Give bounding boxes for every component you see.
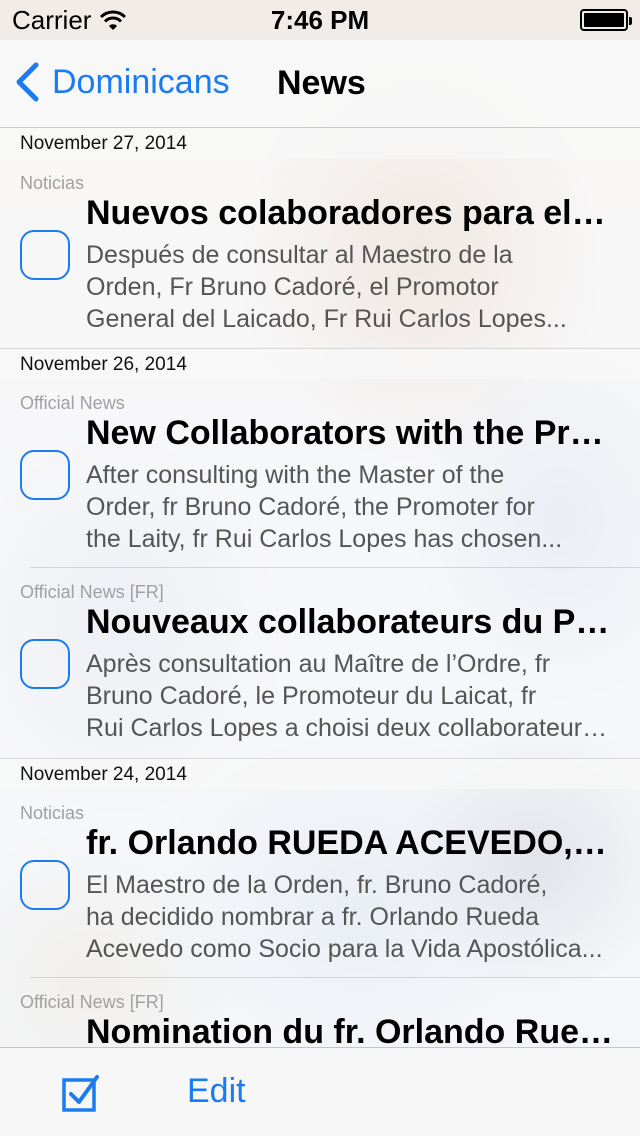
summary-line: the Laity, fr Rui Carlos Lopes has chose…: [86, 525, 563, 553]
page-title: News: [277, 64, 366, 102]
summary-line: Order, fr Bruno Cadoré, the Promoter for: [86, 493, 535, 521]
summary-line: Acevedo como Socio para la Vida Apostóli…: [86, 935, 603, 963]
checkmark-square-icon[interactable]: [62, 1074, 100, 1112]
item-title: Nouveaux collaborateurs du Promoteur: [86, 603, 614, 641]
item-title: Nomination du fr. Orlando Rueda: [86, 1013, 614, 1047]
item-title: fr. Orlando RUEDA ACEVEDO, Socio: [86, 824, 614, 862]
list-item[interactable]: Official News [FR] Nouveaux collaborateu…: [0, 568, 640, 758]
item-source: Noticias: [20, 173, 85, 193]
section-header-date: November 24, 2014: [0, 758, 640, 789]
summary-line: After consulting with the Master of the: [86, 461, 505, 489]
summary-line: Orden, Fr Bruno Cadoré, el Promotor: [86, 273, 499, 301]
item-summary: After consulting with the Master of the …: [86, 459, 610, 555]
back-button[interactable]: Dominicans: [14, 62, 230, 102]
read-status-checkbox[interactable]: [20, 860, 70, 910]
item-title: Nuevos colaboradores para el Laicado: [86, 194, 614, 232]
section-date-label: November 24, 2014: [20, 764, 187, 785]
chevron-left-icon: [16, 62, 39, 102]
read-status-checkbox[interactable]: [20, 450, 70, 500]
item-summary: El Maestro de la Orden, fr. Bruno Cadoré…: [86, 869, 610, 965]
summary-line: Después de consultar al Maestro de la: [86, 241, 513, 269]
navigation-bar: Dominicans News: [0, 40, 640, 128]
section-date-label: November 27, 2014: [20, 133, 187, 154]
section-date-label: November 26, 2014: [20, 354, 187, 375]
wifi-icon: [100, 10, 127, 30]
summary-line: El Maestro de la Orden, fr. Bruno Cadoré…: [86, 871, 548, 899]
item-source: Official News [FR]: [20, 992, 164, 1012]
item-source: Official News [FR]: [20, 582, 164, 602]
read-status-checkbox[interactable]: [20, 230, 70, 280]
read-status-checkbox[interactable]: [20, 639, 70, 689]
list-item[interactable]: Official News [FR] Nomination du fr. Orl…: [0, 978, 640, 1047]
section-header-date: November 26, 2014: [0, 348, 640, 379]
summary-line: Bruno Cadoré, le Promoteur du Laicat, fr: [86, 682, 537, 710]
section-header-date: November 27, 2014: [0, 128, 640, 159]
list-item[interactable]: Noticias fr. Orlando RUEDA ACEVEDO, Soci…: [0, 789, 640, 978]
item-summary: Après consultation au Maître de l’Ordre,…: [86, 648, 610, 744]
list-item[interactable]: Noticias Nuevos colaboradores para el La…: [0, 159, 640, 348]
summary-line: Après consultation au Maître de l’Ordre,…: [86, 650, 551, 678]
battery-icon: [580, 9, 632, 31]
edit-button[interactable]: Edit: [187, 1072, 246, 1111]
item-source: Official News: [20, 393, 125, 413]
back-button-label: Dominicans: [52, 62, 230, 101]
list-item[interactable]: Official News New Collaborators with the…: [0, 379, 640, 568]
status-bar: Carrier 7:46 PM: [0, 0, 640, 40]
item-title: New Collaborators with the Promoter: [86, 414, 614, 452]
news-list[interactable]: November 27, 2014 Noticias Nuevos colabo…: [0, 128, 640, 1047]
summary-line: ha decidido nombrar a fr. Orlando Rueda: [86, 903, 540, 931]
item-source: Noticias: [20, 803, 85, 823]
summary-line: General del Laicado, Fr Rui Carlos Lopes…: [86, 305, 567, 333]
bottom-toolbar: Edit: [0, 1047, 640, 1136]
summary-line: Rui Carlos Lopes a choisi deux collabora…: [86, 714, 610, 742]
item-summary: Después de consultar al Maestro de la Or…: [86, 239, 610, 335]
carrier-label: Carrier: [12, 4, 92, 35]
